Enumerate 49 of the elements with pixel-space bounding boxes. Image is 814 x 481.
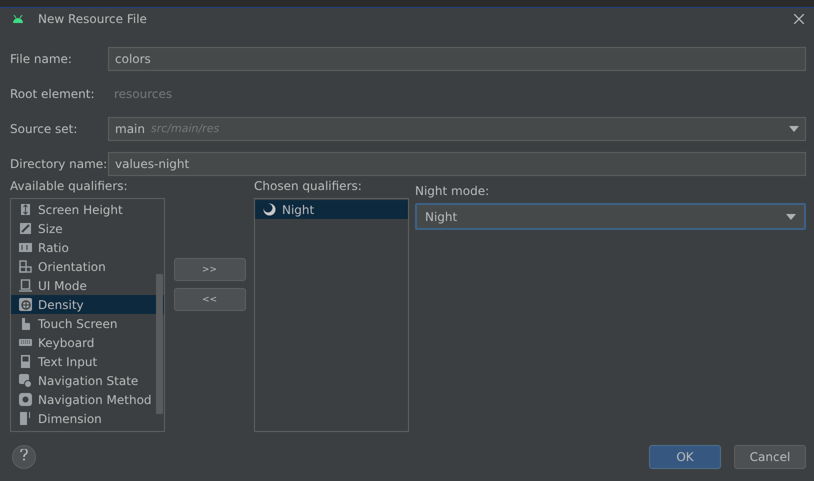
list-item[interactable]: Navigation Method bbox=[11, 390, 164, 409]
qualifier-icon bbox=[19, 222, 32, 235]
field-label: Source set: bbox=[10, 122, 78, 136]
window-title: New Resource File bbox=[38, 12, 148, 26]
field-label: Root element: bbox=[10, 86, 96, 100]
field-value: resources bbox=[113, 86, 174, 100]
qualifier-icon bbox=[19, 203, 32, 216]
qualifier-icon bbox=[19, 355, 32, 368]
list-item[interactable]: Text Input bbox=[11, 352, 164, 371]
list-item[interactable]: UI Mode bbox=[11, 276, 164, 295]
qualifier-icon bbox=[19, 241, 32, 254]
close-icon[interactable] bbox=[794, 14, 804, 24]
list-item[interactable]: Keyboard bbox=[11, 333, 164, 352]
field-label: Night mode: bbox=[415, 184, 490, 198]
dropdown-field[interactable]: Night bbox=[415, 203, 806, 230]
list-item[interactable]: Ratio bbox=[11, 238, 164, 257]
cancel-button[interactable]: Cancel bbox=[734, 444, 806, 468]
qualifier-icon bbox=[19, 374, 32, 387]
list-item[interactable]: Density bbox=[11, 295, 164, 314]
list-item[interactable]: Dimension bbox=[11, 409, 164, 428]
list-item[interactable]: Night bbox=[255, 200, 408, 219]
qualifier-icon bbox=[19, 260, 32, 273]
list-item[interactable]: Navigation State bbox=[11, 371, 164, 390]
list-label: Chosen qualifiers: bbox=[254, 179, 363, 193]
field-label: File name: bbox=[10, 52, 73, 66]
qualifier-icon bbox=[19, 279, 32, 292]
list-item[interactable]: Orientation bbox=[11, 257, 164, 276]
list-item[interactable]: Size bbox=[11, 219, 164, 238]
move-button[interactable]: << bbox=[174, 288, 246, 311]
help-button[interactable] bbox=[12, 444, 36, 468]
ok-button[interactable]: OK bbox=[649, 444, 721, 468]
input-field[interactable]: values-night bbox=[108, 152, 806, 176]
list-item[interactable]: Touch Screen bbox=[11, 314, 164, 333]
caret-icon bbox=[786, 214, 796, 220]
qualifier-icon bbox=[19, 298, 32, 311]
qualifier-icon bbox=[19, 393, 32, 406]
caret-icon bbox=[789, 126, 799, 132]
moon-icon bbox=[263, 203, 276, 216]
android-icon bbox=[12, 14, 24, 22]
help-icon bbox=[20, 449, 28, 461]
qualifier-icon bbox=[19, 317, 32, 330]
list-label: Available qualifiers: bbox=[10, 179, 129, 193]
input-field[interactable]: colors bbox=[108, 46, 806, 70]
field-label: Directory name: bbox=[10, 156, 108, 170]
qualifier-icon bbox=[19, 336, 32, 349]
list-item[interactable]: Screen Height bbox=[11, 200, 164, 219]
qualifier-icon bbox=[19, 412, 32, 425]
scrollbar-thumb[interactable] bbox=[156, 274, 163, 414]
move-button[interactable]: >> bbox=[174, 258, 246, 281]
